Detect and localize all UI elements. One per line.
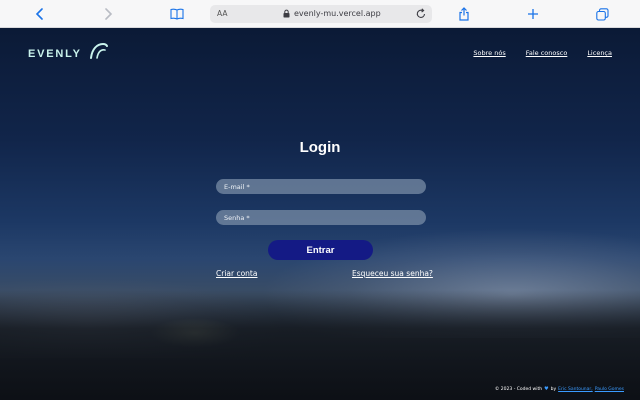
- reader-aa-button[interactable]: AA: [217, 9, 227, 18]
- footer-by: by: [550, 386, 557, 392]
- nav-link-fale-conosco[interactable]: Fale conosco: [526, 49, 568, 57]
- footer: © 2023 - Coded with ♥ by Eric Santounar,…: [495, 386, 624, 392]
- brand-logo[interactable]: EVENLY: [28, 42, 108, 65]
- footer-author-link[interactable]: Eric Santounar,: [558, 387, 593, 392]
- nav-link-sobre-nos[interactable]: Sobre nós: [473, 49, 505, 57]
- forgot-password-link[interactable]: Esqueceu sua senha?: [352, 269, 433, 278]
- email-field[interactable]: [216, 179, 426, 194]
- create-account-link[interactable]: Criar conta: [216, 269, 257, 278]
- heart-icon: ♥: [544, 386, 549, 392]
- url-text: evenly-mu.vercel.app: [294, 9, 381, 18]
- tabs-icon[interactable]: [594, 6, 610, 22]
- password-field[interactable]: [216, 210, 426, 225]
- nav-link-licenca[interactable]: Licença: [587, 49, 612, 57]
- bookmarks-icon[interactable]: [168, 6, 186, 22]
- address-bar[interactable]: AA evenly-mu.vercel.app: [210, 5, 432, 23]
- lock-icon: [283, 9, 290, 20]
- top-nav: Sobre nós Fale conosco Licença: [473, 49, 612, 57]
- forward-icon[interactable]: [100, 6, 116, 22]
- footer-author-link[interactable]: Paulo Gomes: [595, 387, 624, 392]
- login-page: EVENLY Sobre nós Fale conosco Licença Lo…: [0, 28, 640, 400]
- browser-toolbar: AA evenly-mu.vercel.app: [0, 0, 640, 28]
- login-title: Login: [299, 139, 341, 156]
- reload-icon[interactable]: [416, 8, 426, 21]
- footer-copyright: © 2023 - Coded with: [494, 386, 543, 392]
- evenly-wave-icon: [88, 42, 108, 65]
- back-icon[interactable]: [32, 6, 48, 22]
- brand-name: EVENLY: [28, 47, 82, 60]
- login-button[interactable]: Entrar: [268, 240, 373, 260]
- share-icon[interactable]: [456, 6, 472, 22]
- new-tab-icon[interactable]: [525, 6, 541, 22]
